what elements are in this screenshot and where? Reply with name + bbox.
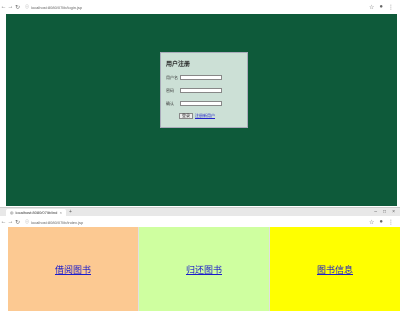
forward-icon[interactable]: → [7,3,14,11]
close-window-icon[interactable]: × [392,209,395,215]
reload-icon[interactable]: ↻ [14,3,21,11]
login-form: 用户注册 用户名 密码 确认 登录 注册新用户 [160,52,248,128]
address-bar[interactable]: ⓘ localhost:8080/07lib/login.jsp [25,3,82,11]
password-input[interactable] [180,88,222,93]
login-actions: 登录 注册新用户 [179,113,242,119]
login-button[interactable]: 登录 [179,113,193,119]
info-icon: ⓘ [25,219,29,224]
book-info-link[interactable]: 图书信息 [317,263,353,276]
menu-icon[interactable]: ⋮ [388,219,394,226]
panel-info: 图书信息 [269,227,400,311]
new-tab-icon[interactable]: + [69,209,72,215]
confirm-row: 确认 [166,100,242,107]
menu-icon[interactable]: ⋮ [388,4,394,11]
top-browser-toolbar: ← → ↻ ⓘ localhost:8080/07lib/login.jsp ☆… [0,1,400,13]
index-panels: 借阅图书 归还图书 图书信息 [8,227,400,311]
forward-icon[interactable]: → [7,218,14,226]
login-title: 用户注册 [166,62,191,68]
panel-borrow: 借阅图书 [8,227,138,311]
tab-favicon-icon: ◎ [10,209,14,215]
bottom-browser-window: ◎ localhost:8080/07lib/ind × + – □ × ← →… [0,207,400,311]
panel-return: 归还图书 [138,227,269,311]
tab-title: localhost:8080/07lib/ind [15,209,58,215]
address-bar-url: localhost:8080/07lib/index.jsp [31,219,84,225]
username-input[interactable] [180,75,222,80]
bookmark-star-icon[interactable]: ☆ [369,4,374,11]
return-books-link[interactable]: 归还图书 [186,263,222,276]
top-browser-window: ← → ↻ ⓘ localhost:8080/07lib/login.jsp ☆… [0,0,400,207]
login-page: 用户注册 用户名 密码 确认 登录 注册新用户 [6,14,397,206]
back-icon[interactable]: ← [0,218,7,226]
password-row: 密码 [166,87,242,94]
info-icon: ⓘ [25,4,29,9]
maximize-icon[interactable]: □ [383,209,386,215]
profile-icon[interactable]: ● [379,219,383,226]
username-row: 用户名 [166,74,242,81]
minimize-icon[interactable]: – [374,209,377,215]
password-label: 密码 [166,87,174,93]
reload-icon[interactable]: ↻ [14,218,21,226]
borrow-books-link[interactable]: 借阅图书 [55,263,91,276]
confirm-input[interactable] [180,101,222,106]
register-link[interactable]: 注册新用户 [195,113,215,119]
tab-strip: ◎ localhost:8080/07lib/ind × + – □ × [0,208,400,216]
username-label: 用户名 [166,74,178,80]
tab-close-icon[interactable]: × [60,210,62,215]
bookmark-star-icon[interactable]: ☆ [369,219,374,226]
confirm-label: 确认 [166,100,174,106]
profile-icon[interactable]: ● [379,4,383,11]
address-bar-url: localhost:8080/07lib/login.jsp [31,4,83,10]
back-icon[interactable]: ← [0,3,7,11]
address-bar[interactable]: ⓘ localhost:8080/07lib/index.jsp [25,218,83,226]
browser-tab[interactable]: ◎ localhost:8080/07lib/ind × [6,208,66,216]
